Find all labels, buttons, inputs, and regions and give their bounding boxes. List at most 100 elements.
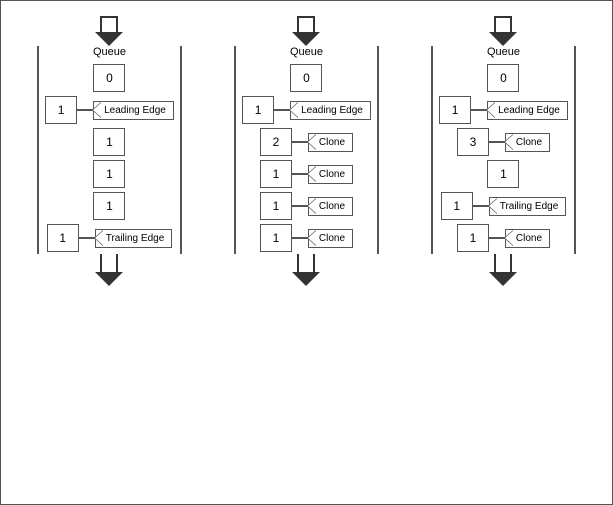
badge-notch-inner (95, 230, 104, 246)
cell-row: 1 (487, 158, 519, 190)
badge-notch-inner (308, 166, 317, 182)
edge-label-badge: Leading Edge (290, 101, 371, 120)
top-entry-arrow (489, 16, 517, 46)
edge-label-badge: Clone (308, 229, 353, 248)
connector-line (292, 205, 308, 207)
queue-label: Queue (487, 46, 520, 58)
queue-label: Queue (290, 46, 323, 58)
cell-row: 3 Clone (457, 126, 550, 158)
badge-text: Clone (516, 137, 542, 148)
edge-label-badge: Leading Edge (93, 101, 174, 120)
diagram-2: Queue01Leading Edge2Clone1Clone1Clone1Cl… (234, 16, 379, 286)
queue-pipe: Queue01Leading Edge2Clone1Clone1Clone1Cl… (234, 46, 379, 254)
badge-notch-inner (290, 102, 299, 118)
arrow-tip (489, 32, 517, 46)
queue-pipe: Queue01Leading Edge3Clone11Trailing Edge… (431, 46, 576, 254)
badge-text: Clone (319, 169, 345, 180)
cell-1: 1 (439, 96, 471, 124)
arrow-point (95, 272, 123, 286)
diagram-1: Queue01Leading Edge1111Trailing Edge (37, 16, 182, 286)
queue-label: Queue (93, 46, 126, 58)
connector-line (77, 109, 93, 111)
cell-row: 0 (93, 62, 125, 94)
cell-row: 0 (290, 62, 322, 94)
connector-line (292, 141, 308, 143)
edge-label-badge: Clone (308, 165, 353, 184)
bottom-exit-arrow (95, 254, 123, 286)
arrow-body (494, 254, 512, 272)
cell-row: 1 Clone (457, 222, 550, 254)
cell-row: 0 (487, 62, 519, 94)
connector-line (292, 173, 308, 175)
diagrams-area: Queue01Leading Edge1111Trailing Edge Que… (1, 1, 612, 504)
badge-text: Trailing Edge (106, 233, 165, 244)
queue-pipe: Queue01Leading Edge1111Trailing Edge (37, 46, 182, 254)
badge-notch-inner (505, 230, 514, 246)
main-container: Queue01Leading Edge1111Trailing Edge Que… (0, 0, 613, 505)
badge-text: Clone (516, 233, 542, 244)
cell-row: 1 (93, 190, 125, 222)
cell-5: 1 (457, 224, 489, 252)
cell-0: 0 (487, 64, 519, 92)
arrow-body (100, 254, 118, 272)
edge-label-badge: Clone (308, 133, 353, 152)
arrow-tip (95, 32, 123, 46)
badge-text: Leading Edge (301, 105, 363, 116)
arrow-point (292, 272, 320, 286)
badge-notch-inner (505, 134, 514, 150)
bottom-exit-arrow (489, 254, 517, 286)
cell-0: 0 (93, 64, 125, 92)
bottom-exit-arrow (292, 254, 320, 286)
edge-label-badge: Clone (505, 133, 550, 152)
cell-row: 1 Clone (260, 158, 353, 190)
arrow-tip (292, 32, 320, 46)
cell-row: 1 Leading Edge (45, 94, 174, 126)
badge-text: Leading Edge (498, 105, 560, 116)
top-entry-arrow (95, 16, 123, 46)
connector-line (471, 109, 487, 111)
cell-1: 1 (45, 96, 77, 124)
badge-notch-inner (489, 198, 498, 214)
badge-notch-inner (308, 198, 317, 214)
cell-3: 1 (487, 160, 519, 188)
cell-3: 1 (93, 160, 125, 188)
edge-label-badge: Clone (308, 197, 353, 216)
arrow-shaft (100, 16, 118, 32)
cell-row: 1 Leading Edge (242, 94, 371, 126)
connector-line (489, 141, 505, 143)
cell-row: 1Clone (260, 222, 353, 254)
cell-row: 1 Trailing Edge (47, 222, 173, 254)
cell-4: 1 (93, 192, 125, 220)
badge-notch-inner (487, 102, 496, 118)
badge-text: Trailing Edge (500, 201, 559, 212)
arrow-shaft (297, 16, 315, 32)
connector-line (79, 237, 95, 239)
badge-text: Clone (319, 201, 345, 212)
cell-0: 0 (290, 64, 322, 92)
cell-row: 1 (93, 126, 125, 158)
top-entry-arrow (292, 16, 320, 46)
connector-line (473, 205, 489, 207)
arrow-body (297, 254, 315, 272)
cell-2: 3 (457, 128, 489, 156)
edge-label-badge: Clone (505, 229, 550, 248)
arrow-point (489, 272, 517, 286)
badge-text: Clone (319, 233, 345, 244)
cell-row: 1Clone (260, 190, 353, 222)
cell-5: 1 (47, 224, 79, 252)
badge-notch-inner (93, 102, 102, 118)
cell-3: 1 (260, 160, 292, 188)
arrow-shaft (494, 16, 512, 32)
diagram-3: Queue01Leading Edge3Clone11Trailing Edge… (431, 16, 576, 286)
badge-text: Clone (319, 137, 345, 148)
badge-notch-inner (308, 230, 317, 246)
edge-label-badge: Trailing Edge (489, 197, 567, 216)
cell-2: 1 (93, 128, 125, 156)
edge-label-badge: Trailing Edge (95, 229, 173, 248)
edge-label-badge: Leading Edge (487, 101, 568, 120)
cell-1: 1 (242, 96, 274, 124)
cell-row: 1 (93, 158, 125, 190)
connector-line (489, 237, 505, 239)
connector-line (292, 237, 308, 239)
connector-line (274, 109, 290, 111)
